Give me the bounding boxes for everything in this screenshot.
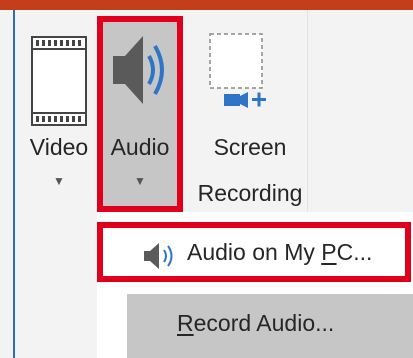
screen-recording-label-line1: Screen — [213, 134, 287, 160]
chevron-down-icon: ▼ — [134, 174, 146, 188]
audio-button[interactable]: Audio ▼ — [97, 16, 183, 212]
speaker-icon — [111, 30, 171, 115]
screen-recording-label-line2: Recording — [197, 180, 303, 206]
film-strip-icon — [31, 36, 87, 131]
ribbon-left-edge — [13, 10, 15, 358]
ribbon-top-accent-bar — [0, 0, 413, 10]
video-button-label: Video — [29, 134, 89, 160]
screen-recording-button[interactable]: Screen Recording — [190, 28, 310, 218]
video-button[interactable]: Video ▼ — [19, 28, 99, 203]
menu-item-label: Audio on My PC... — [187, 239, 373, 265]
menu-item-record-audio[interactable]: Record Audio... — [127, 294, 413, 358]
audio-dropdown-menu: Audio on My PC... Record Audio... — [97, 212, 413, 358]
menu-item-audio-on-my-pc[interactable]: Audio on My PC... — [97, 222, 411, 282]
audio-button-label: Audio — [110, 134, 170, 160]
menu-item-label: Record Audio... — [177, 310, 335, 336]
chevron-down-icon: ▼ — [53, 174, 65, 188]
screen-recording-icon — [208, 32, 278, 127]
speaker-icon — [143, 241, 177, 276]
